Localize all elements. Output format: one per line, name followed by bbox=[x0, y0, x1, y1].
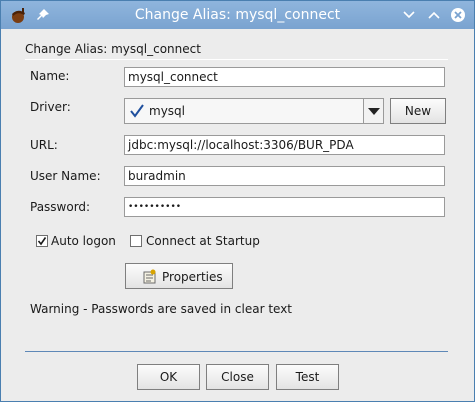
properties-icon bbox=[143, 269, 156, 284]
dialog-subtitle: Change Alias: mysql_connect bbox=[25, 42, 201, 56]
password-label: Password: bbox=[30, 200, 91, 214]
change-alias-dialog: Change Alias: mysql_connect Change Alias… bbox=[0, 0, 475, 402]
name-field[interactable]: mysql_connect bbox=[124, 67, 445, 87]
user-name-field[interactable]: buradmin bbox=[124, 166, 445, 186]
connect-at-startup-checkbox[interactable] bbox=[130, 235, 142, 247]
ok-button[interactable]: OK bbox=[137, 364, 200, 390]
maximize-icon[interactable] bbox=[426, 7, 442, 23]
connect-at-startup-label[interactable]: Connect at Startup bbox=[146, 234, 260, 248]
properties-button-label: Properties bbox=[162, 270, 223, 284]
close-button[interactable]: Close bbox=[206, 364, 269, 390]
user-name-label: User Name: bbox=[30, 169, 101, 183]
minimize-icon[interactable] bbox=[401, 7, 417, 23]
name-label: Name: bbox=[30, 69, 70, 83]
driver-value: mysql bbox=[149, 104, 185, 118]
auto-logon-checkbox[interactable] bbox=[36, 235, 48, 247]
auto-logon-label[interactable]: Auto logon bbox=[51, 234, 116, 248]
new-driver-button[interactable]: New bbox=[390, 98, 446, 124]
test-button[interactable]: Test bbox=[276, 364, 339, 390]
driver-select[interactable]: mysql bbox=[124, 98, 364, 124]
driver-dropdown-button[interactable] bbox=[363, 98, 384, 124]
separator bbox=[25, 351, 448, 352]
driver-label: Driver: bbox=[30, 100, 71, 114]
url-field[interactable]: jdbc:mysql://localhost:3306/BUR_PDA bbox=[124, 135, 445, 155]
url-label: URL: bbox=[30, 138, 58, 152]
title-bar[interactable]: Change Alias: mysql_connect bbox=[1, 1, 474, 29]
chevron-down-icon bbox=[368, 108, 380, 115]
password-warning: Warning - Passwords are saved in clear t… bbox=[30, 302, 293, 316]
close-icon[interactable] bbox=[450, 7, 466, 23]
password-field[interactable]: •••••••••• bbox=[124, 197, 445, 217]
properties-button[interactable]: Properties bbox=[125, 263, 233, 289]
checkmark-icon bbox=[130, 104, 144, 118]
checkmark-icon bbox=[37, 237, 47, 246]
